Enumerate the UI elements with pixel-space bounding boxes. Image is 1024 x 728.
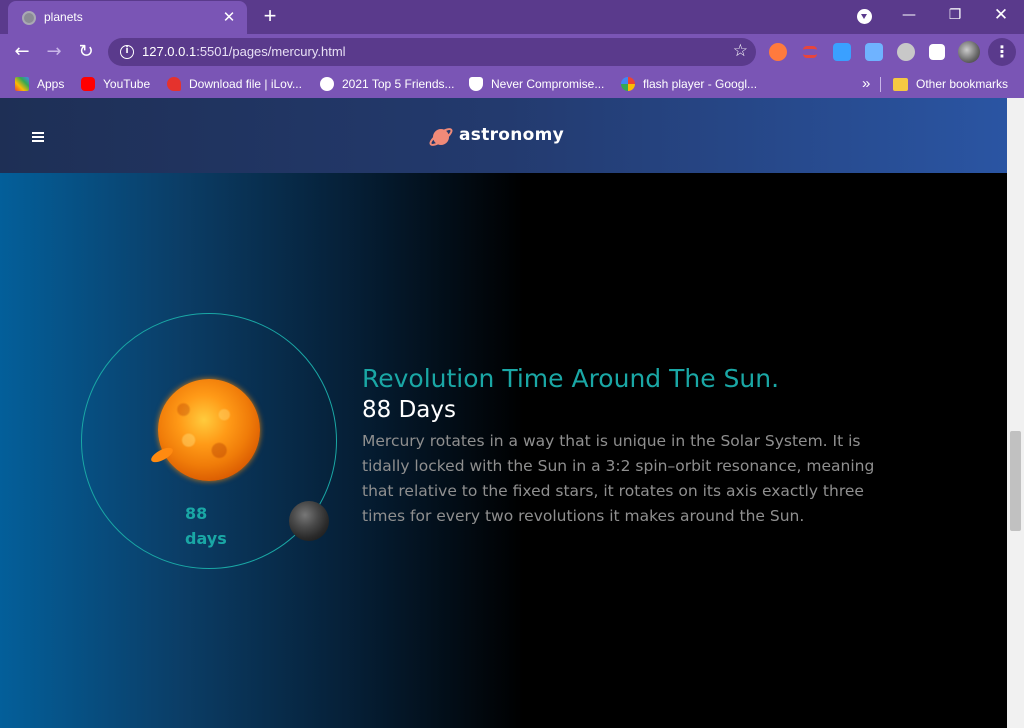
bookmarks-divider: [880, 77, 881, 92]
globe-icon: [22, 11, 36, 25]
page-scrollbar[interactable]: [1007, 98, 1024, 728]
bookmark-never-compromise[interactable]: Never Compromise...: [469, 75, 604, 93]
bookmarks-bar: Apps YouTube Download file | iLov... 202…: [0, 70, 1024, 98]
browser-toolbar: ← → ↻ i 127.0.0.1:5501/pages/mercury.htm…: [0, 34, 1024, 70]
info-icon[interactable]: i: [120, 45, 134, 59]
hamburger-menu-icon[interactable]: [32, 132, 44, 142]
more-bookmarks-button[interactable]: »: [862, 75, 870, 93]
forward-button[interactable]: →: [41, 40, 67, 64]
planet-logo-icon: [429, 128, 453, 146]
orbit-days-label: 88 days: [185, 501, 245, 551]
shield-icon: [469, 77, 483, 91]
new-tab-button[interactable]: +: [258, 5, 282, 29]
folder-icon: [893, 78, 908, 91]
extension-infinity-icon[interactable]: [769, 43, 787, 61]
restore-button[interactable]: ❐: [932, 0, 978, 30]
url-text[interactable]: 127.0.0.1:5501/pages/mercury.html: [142, 44, 346, 59]
extension-screen-icon[interactable]: [865, 43, 883, 61]
heart-icon: [167, 77, 181, 91]
revolution-days: 88 Days: [362, 397, 456, 423]
sun-image: [158, 379, 260, 481]
scrollbar-thumb[interactable]: [1010, 431, 1021, 531]
revolution-description: Mercury rotates in a way that is unique …: [362, 432, 875, 525]
apps-grid-icon: [15, 77, 29, 91]
mercury-planet: [289, 501, 329, 541]
bookmark-youtube[interactable]: YouTube: [81, 75, 150, 93]
google-icon: [621, 77, 635, 91]
minimize-button[interactable]: —: [886, 0, 932, 30]
extensions-puzzle-icon[interactable]: [929, 44, 945, 60]
other-bookmarks[interactable]: Other bookmarks: [893, 75, 1008, 93]
bookmark-top-friends[interactable]: 2021 Top 5 Friends...: [320, 75, 455, 93]
extension-globe-icon[interactable]: [897, 43, 915, 61]
logo-text: astronomy: [459, 125, 565, 145]
site-header: astronomy: [0, 98, 1007, 173]
browser-menu-button[interactable]: ⋮: [988, 38, 1016, 66]
revolution-heading: Revolution Time Around The Sun.: [362, 364, 780, 393]
youtube-icon: [81, 77, 95, 91]
globe-icon: [320, 77, 334, 91]
bookmark-apps[interactable]: Apps: [15, 75, 64, 93]
extension-stack-icon[interactable]: [803, 46, 817, 58]
bookmark-ilovepdf[interactable]: Download file | iLov...: [167, 75, 302, 93]
revolution-section: Revolution Time Around The Sun. 88 Days …: [362, 364, 922, 529]
address-bar[interactable]: i 127.0.0.1:5501/pages/mercury.html ☆: [108, 38, 756, 66]
orbit-days-unit: days: [185, 529, 227, 548]
bookmark-flash-player[interactable]: flash player - Googl...: [621, 75, 757, 93]
window-close-button[interactable]: ✕: [978, 0, 1024, 30]
orbit-days-value: 88: [185, 504, 208, 523]
tab-search-icon[interactable]: [857, 9, 872, 24]
page-viewport: astronomy 88 days Revolution Time Around…: [0, 98, 1007, 728]
tab-planets[interactable]: planets ✕: [8, 1, 247, 34]
reload-button[interactable]: ↻: [73, 40, 99, 64]
back-button[interactable]: ←: [9, 40, 35, 64]
tab-strip: planets ✕ + — ❐ ✕: [0, 0, 1024, 34]
tab-title: planets: [44, 10, 83, 24]
close-icon[interactable]: ✕: [219, 7, 239, 27]
profile-avatar[interactable]: [958, 41, 980, 63]
extension-cloud-icon[interactable]: [833, 43, 851, 61]
bookmark-star-icon[interactable]: ☆: [733, 41, 748, 61]
